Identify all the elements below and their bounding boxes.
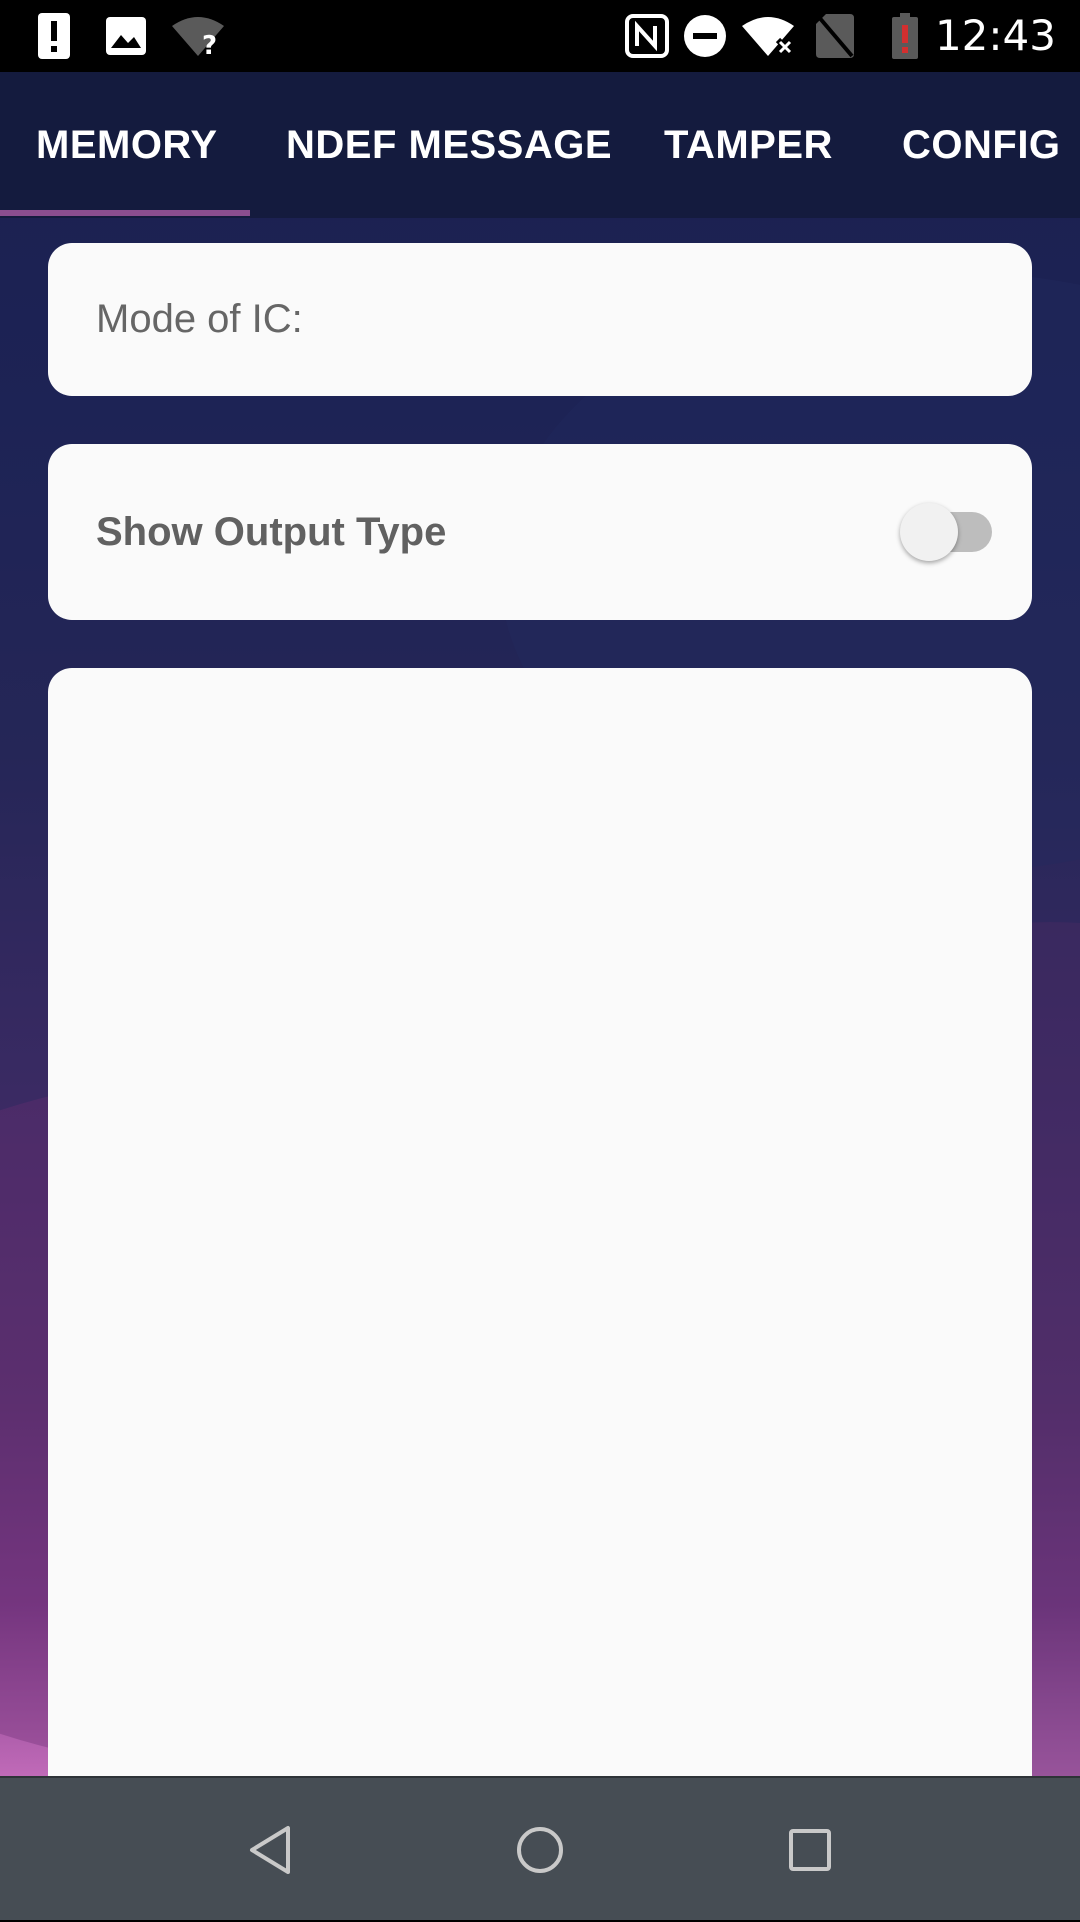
battery-alert-icon <box>890 0 920 72</box>
home-button[interactable] <box>480 1778 600 1922</box>
output-type-card: Show Output Type <box>48 444 1032 620</box>
wifi-off-icon <box>742 0 798 72</box>
tab-indicator <box>0 210 250 216</box>
tab-ndef-message[interactable]: NDEF MESSAGE <box>286 72 612 218</box>
mode-card: Mode of IC: <box>48 243 1032 396</box>
status-bar: ? 12:43 <box>0 0 1080 72</box>
svg-text:?: ? <box>202 31 217 56</box>
navigation-bar <box>0 1776 1080 1920</box>
tab-memory[interactable]: MEMORY <box>36 72 218 218</box>
tab-tamper[interactable]: TAMPER <box>664 72 833 218</box>
image-icon <box>106 0 146 72</box>
output-area <box>48 668 1032 1778</box>
toggle-thumb <box>900 503 958 561</box>
home-icon <box>517 1827 563 1873</box>
tab-config[interactable]: CONFIG <box>902 72 1061 218</box>
tab-bar: MEMORY NDEF MESSAGE TAMPER CONFIG <box>0 72 1080 218</box>
alert-icon <box>36 0 72 72</box>
back-icon <box>250 1826 290 1874</box>
wifi-unknown-icon: ? <box>172 0 224 72</box>
recents-icon <box>789 1829 831 1871</box>
output-type-label: Show Output Type <box>96 510 447 554</box>
back-button[interactable] <box>210 1778 330 1922</box>
recents-button[interactable] <box>750 1778 870 1922</box>
no-sim-icon <box>814 0 856 72</box>
mode-label: Mode of IC: <box>96 297 303 341</box>
status-time: 12:43 <box>934 11 1056 60</box>
output-type-toggle[interactable] <box>900 503 998 561</box>
do-not-disturb-icon <box>682 0 728 72</box>
nfc-icon <box>624 0 670 72</box>
